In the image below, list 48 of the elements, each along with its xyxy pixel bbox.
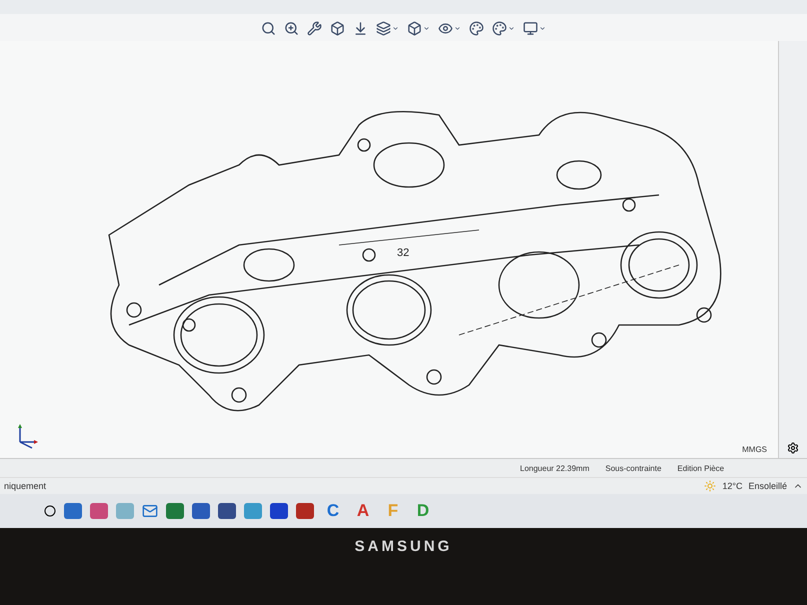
tool-icon <box>307 21 322 36</box>
brand-logo: SAMSUNG <box>354 538 452 556</box>
app-icon[interactable] <box>296 503 314 519</box>
status-text: Longueur 22.39mm <box>520 464 590 472</box>
monitor-icon <box>523 21 538 36</box>
app-icon[interactable] <box>64 503 82 519</box>
caret-icon <box>539 25 546 32</box>
eye-icon <box>438 21 453 36</box>
tool-button[interactable] <box>306 20 323 37</box>
layers-icon <box>376 21 391 36</box>
caret-icon <box>508 25 515 32</box>
app-icon[interactable] <box>166 503 184 519</box>
palette-button[interactable] <box>491 20 516 37</box>
caret-icon <box>392 25 399 32</box>
app-icon[interactable] <box>270 503 288 519</box>
temperature-text: 12°C <box>722 481 742 491</box>
monitor-button[interactable] <box>522 20 547 37</box>
search-icon[interactable] <box>44 505 56 517</box>
layers-button[interactable] <box>375 20 400 37</box>
palette-button[interactable] <box>468 20 485 37</box>
zoom-to-fit-icon <box>261 21 276 36</box>
box-icon <box>330 21 345 36</box>
sun-icon <box>704 480 716 492</box>
weather-text: Ensoleillé <box>748 481 787 491</box>
app-icon[interactable] <box>90 503 108 519</box>
palette-icon <box>492 21 507 36</box>
app-icon[interactable] <box>218 503 236 519</box>
zoom-area-icon <box>284 21 299 36</box>
dimension-label: 32 <box>397 246 410 258</box>
settings-icon[interactable] <box>787 442 799 454</box>
zoom-to-fit-button[interactable] <box>260 20 277 37</box>
status-text: Edition Pièce <box>677 464 724 472</box>
cube-button[interactable] <box>406 20 431 37</box>
box-button[interactable] <box>329 20 346 37</box>
arrow-icon <box>353 21 368 36</box>
unit-system-label: MMGS <box>742 445 767 454</box>
app-icon[interactable] <box>192 503 210 519</box>
cube-icon <box>407 21 422 36</box>
palette-icon <box>469 21 484 36</box>
letter-app-button[interactable]: A <box>352 500 374 522</box>
zoom-area-button[interactable] <box>283 20 300 37</box>
letter-app-button[interactable]: C <box>322 500 344 522</box>
caret-icon <box>423 25 430 32</box>
mail-icon[interactable] <box>142 503 158 519</box>
panel-text: niquement <box>4 481 46 491</box>
status-text: Sous-contrainte <box>605 464 662 472</box>
caret-icon <box>454 25 461 32</box>
letter-app-button[interactable]: D <box>412 500 434 522</box>
